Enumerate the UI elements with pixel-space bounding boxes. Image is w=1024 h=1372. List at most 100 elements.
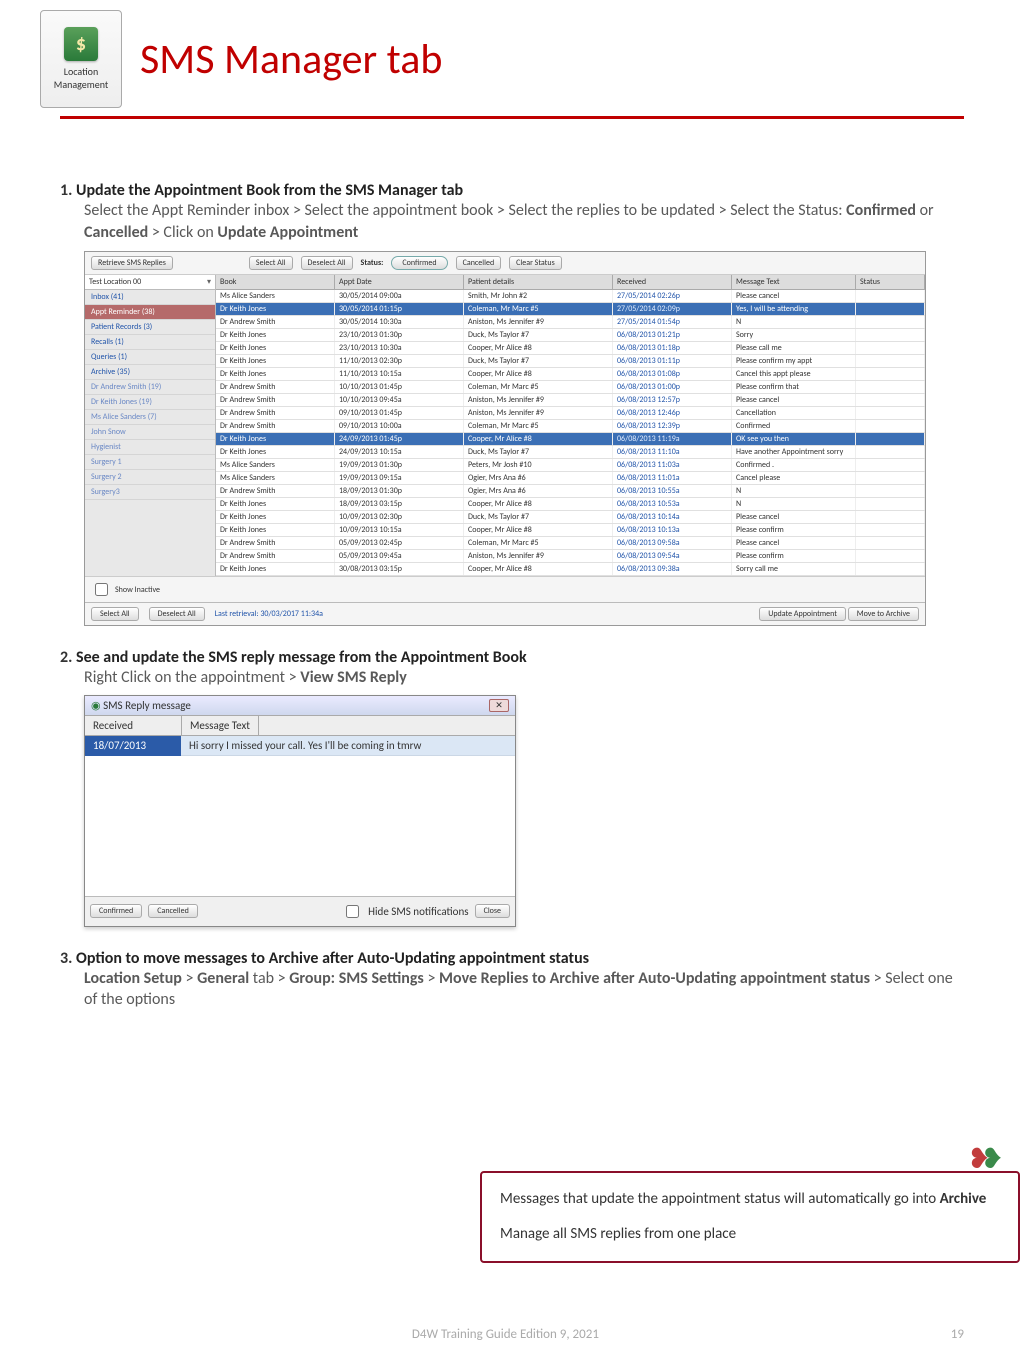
sidebar-item[interactable]: Patient Records (3) [85, 320, 215, 335]
reply-close-button[interactable]: Close [475, 904, 510, 918]
table-row[interactable]: Dr Keith Jones23/10/2013 01:30pDuck, Ms … [216, 329, 925, 342]
reply-row-date[interactable]: 18/07/2013 [85, 736, 181, 756]
cancelled-button[interactable]: Cancelled [456, 256, 502, 270]
cell [856, 394, 925, 406]
sidebar-item[interactable]: Hygienist [85, 440, 215, 455]
cell: Dr Keith Jones [216, 433, 335, 445]
cell: Ogier, Mrs Ana #6 [464, 472, 613, 484]
sidebar-item[interactable]: Inbox (41) [85, 290, 215, 305]
reply-cancelled-button[interactable]: Cancelled [148, 904, 198, 918]
table-row[interactable]: Dr Andrew Smith09/10/2013 10:00aColeman,… [216, 420, 925, 433]
sidebar-item[interactable]: Surgery 1 [85, 455, 215, 470]
sidebar-item[interactable]: Archive (35) [85, 365, 215, 380]
cell: 10/09/2013 02:30p [335, 511, 464, 523]
cell: 05/09/2013 02:45p [335, 537, 464, 549]
table-row[interactable]: Dr Keith Jones10/09/2013 10:15aCooper, M… [216, 524, 925, 537]
sidebar-item[interactable]: Ms Alice Sanders (7) [85, 410, 215, 425]
cell: Cancel this appt please [732, 368, 856, 380]
cell [856, 420, 925, 432]
table-row[interactable]: Dr Keith Jones23/10/2013 10:30aCooper, M… [216, 342, 925, 355]
cell: Dr Andrew Smith [216, 485, 335, 497]
reply-row-msg[interactable]: Hi sorry I missed your call. Yes I'll be… [181, 736, 515, 756]
cell [856, 563, 925, 575]
cell: Coleman, Mr Marc #5 [464, 537, 613, 549]
cell: 30/05/2014 09:00a [335, 290, 464, 302]
table-row[interactable]: Dr Keith Jones10/09/2013 02:30pDuck, Ms … [216, 511, 925, 524]
table-row[interactable]: Ms Alice Sanders19/09/2013 09:15aOgier, … [216, 472, 925, 485]
cell: Cancellation [732, 407, 856, 419]
reply-app-icon: ◉ [91, 699, 103, 712]
table-row[interactable]: Dr Keith Jones30/08/2013 03:15pCooper, M… [216, 563, 925, 576]
cell [856, 459, 925, 471]
sidebar-item[interactable]: Surgery3 [85, 485, 215, 500]
table-row[interactable]: Dr Keith Jones18/09/2013 03:15pCooper, M… [216, 498, 925, 511]
sidebar-item[interactable]: Surgery 2 [85, 470, 215, 485]
table-row[interactable]: Dr Andrew Smith05/09/2013 02:45pColeman,… [216, 537, 925, 550]
sec2-body: Right Click on the appointment > [84, 668, 300, 687]
cell [856, 550, 925, 562]
sec3-head: Option to move messages to Archive after… [76, 949, 589, 968]
move-to-archive-button[interactable]: Move to Archive [848, 607, 919, 621]
close-icon[interactable]: ✕ [489, 699, 509, 712]
cell: 06/08/2013 01:18p [613, 342, 732, 354]
table-row[interactable]: Dr Andrew Smith09/10/2013 01:45pAniston,… [216, 407, 925, 420]
show-inactive-checkbox[interactable] [95, 583, 108, 596]
cell: Dr Andrew Smith [216, 316, 335, 328]
cell: 06/08/2013 09:58a [613, 537, 732, 549]
sec1-head: Update the Appointment Book from the SMS… [76, 181, 463, 200]
footer-select-all[interactable]: Select All [91, 607, 139, 621]
callout-box: ❥❥ Messages that update the appointment … [480, 1171, 1020, 1263]
table-row[interactable]: Dr Andrew Smith18/09/2013 01:30pOgier, M… [216, 485, 925, 498]
table-row[interactable]: Ms Alice Sanders19/09/2013 01:30pPeters,… [216, 459, 925, 472]
sidebar-item[interactable]: Dr Andrew Smith (19) [85, 380, 215, 395]
cell: Please cancel [732, 394, 856, 406]
show-inactive-label: Show Inactive [115, 585, 160, 595]
cell: 05/09/2013 09:45a [335, 550, 464, 562]
last-retrieval: Last retrieval: 30/03/2017 11:34a [215, 609, 323, 619]
sec3-gt1: > [186, 969, 198, 988]
table-row[interactable]: Dr Andrew Smith10/10/2013 01:45pColeman,… [216, 381, 925, 394]
reply-body-area [85, 756, 515, 896]
table-row[interactable]: Dr Keith Jones30/05/2014 01:15pColeman, … [216, 303, 925, 316]
table-row[interactable]: Dr Keith Jones11/10/2013 10:15aCooper, M… [216, 368, 925, 381]
table-row[interactable]: Ms Alice Sanders30/05/2014 09:00aSmith, … [216, 290, 925, 303]
location-dropdown[interactable]: Test Location 00 [85, 275, 215, 290]
table-row[interactable]: Dr Keith Jones24/09/2013 01:45pCooper, M… [216, 433, 925, 446]
cell: 23/10/2013 10:30a [335, 342, 464, 354]
cell: Dr Andrew Smith [216, 420, 335, 432]
clear-status-button[interactable]: Clear Status [509, 256, 562, 270]
sec1-body2: > Click on [152, 223, 218, 242]
sidebar-item[interactable]: Queries (1) [85, 350, 215, 365]
cell: Cancel please [732, 472, 856, 484]
cell: Aniston, Ms Jennifer #9 [464, 407, 613, 419]
retrieve-button[interactable]: Retrieve SMS Replies [91, 256, 173, 270]
cell: 19/09/2013 09:15a [335, 472, 464, 484]
confirmed-button[interactable]: Confirmed [391, 256, 447, 270]
sec1-update: Update Appointment [217, 223, 358, 242]
table-row[interactable]: Dr Andrew Smith10/10/2013 09:45aAniston,… [216, 394, 925, 407]
cell: Duck, Ms Taylor #7 [464, 329, 613, 341]
table-row[interactable]: Dr Andrew Smith05/09/2013 09:45aAniston,… [216, 550, 925, 563]
table-row[interactable]: Dr Andrew Smith30/05/2014 10:30aAniston,… [216, 316, 925, 329]
cell [856, 537, 925, 549]
update-appointment-button[interactable]: Update Appointment [759, 607, 846, 621]
cell: 30/05/2014 01:15p [335, 303, 464, 315]
sidebar-item[interactable]: Recalls (1) [85, 335, 215, 350]
cell: 06/08/2013 12:57p [613, 394, 732, 406]
sec1-or: or [920, 201, 934, 220]
sidebar-item[interactable]: Appt Reminder (38) [85, 305, 215, 320]
leaf-icon: ❥❥ [967, 1145, 1004, 1173]
cell: Please cancel [732, 537, 856, 549]
cell: Ogier, Mrs Ana #6 [464, 485, 613, 497]
footer-deselect-all[interactable]: Deselect All [149, 607, 205, 621]
cell: Duck, Ms Taylor #7 [464, 446, 613, 458]
deselect-all-button[interactable]: Deselect All [301, 256, 353, 270]
hide-sms-checkbox[interactable] [346, 905, 359, 918]
reply-confirmed-button[interactable]: Confirmed [90, 904, 142, 918]
sidebar-item[interactable]: John Snow [85, 425, 215, 440]
table-row[interactable]: Dr Keith Jones11/10/2013 02:30pDuck, Ms … [216, 355, 925, 368]
sidebar-item[interactable]: Dr Keith Jones (19) [85, 395, 215, 410]
select-all-button[interactable]: Select All [249, 256, 293, 270]
callout-line1a: Messages that update the appointment sta… [500, 1190, 940, 1208]
table-row[interactable]: Dr Keith Jones24/09/2013 10:15aDuck, Ms … [216, 446, 925, 459]
